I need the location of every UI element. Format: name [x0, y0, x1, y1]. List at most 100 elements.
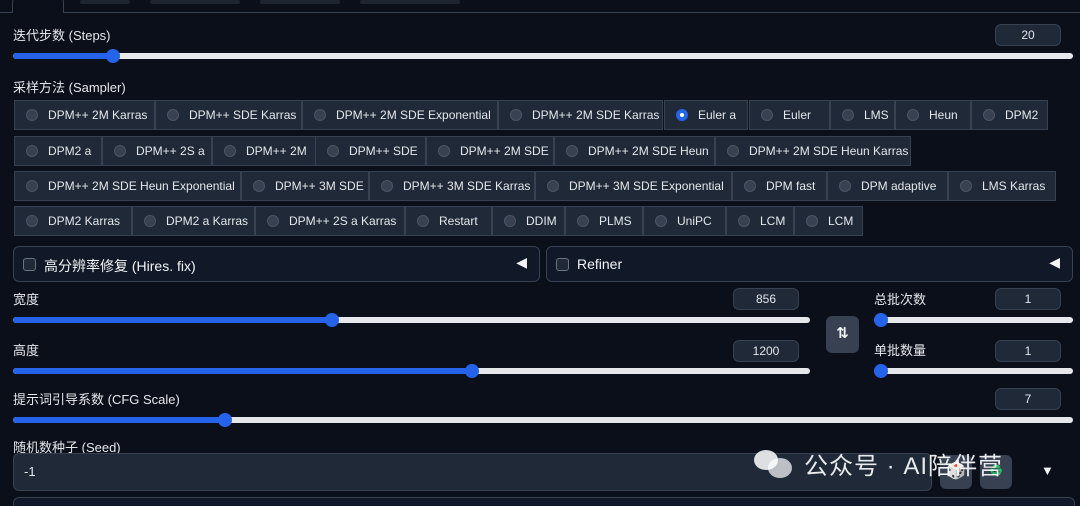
tab-generation[interactable]: [12, 0, 64, 13]
sampler-option[interactable]: DPM++ 2M SDE Exponential: [302, 100, 498, 130]
tab-hypernetworks[interactable]: [150, 0, 240, 4]
sampler-option[interactable]: DPM++ 3M SDE Exponential: [535, 171, 732, 201]
sampler-radio-dot[interactable]: [761, 109, 773, 121]
width-number-input[interactable]: 856: [733, 288, 799, 310]
sampler-option[interactable]: Heun: [895, 100, 971, 130]
batch-size-number-input[interactable]: 1: [995, 340, 1061, 362]
sampler-option-label: LMS: [864, 108, 889, 122]
sampler-radio-dot[interactable]: [566, 145, 578, 157]
sampler-option[interactable]: DPM++ 2M Karras: [14, 100, 155, 130]
sampler-radio-dot[interactable]: [510, 109, 522, 121]
sampler-option[interactable]: DPM2 Karras: [14, 206, 132, 236]
sampler-option[interactable]: DPM2 a: [14, 136, 102, 166]
tab-checkpoints[interactable]: [260, 0, 340, 4]
refiner-label: Refiner: [577, 256, 623, 272]
refiner-accordion[interactable]: Refiner ◀: [546, 246, 1073, 282]
tab-lora[interactable]: [360, 0, 460, 4]
sampler-option[interactable]: DPM2: [971, 100, 1048, 130]
steps-number-input[interactable]: 20: [995, 24, 1061, 46]
sampler-radio-dot[interactable]: [983, 109, 995, 121]
sampler-option[interactable]: DPM2 a Karras: [132, 206, 255, 236]
sampler-radio-dot[interactable]: [806, 215, 818, 227]
sampler-radio-dot[interactable]: [253, 180, 265, 192]
sampler-radio-dot[interactable]: [144, 215, 156, 227]
sampler-option[interactable]: DPM++ 2M SDE Heun Exponential: [14, 171, 241, 201]
cfg-scale-slider-thumb[interactable]: [218, 413, 232, 427]
hires-fix-collapse-icon[interactable]: ◀: [516, 254, 527, 271]
sampler-radio-dot[interactable]: [417, 215, 429, 227]
sampler-option[interactable]: DPM++ 2M SDE Karras: [498, 100, 663, 130]
sampler-radio-dot[interactable]: [504, 215, 516, 227]
sampler-option[interactable]: DPM++ SDE: [315, 136, 426, 166]
sampler-option-label: DPM fast: [766, 179, 816, 193]
sampler-radio-dot[interactable]: [655, 215, 667, 227]
sampler-option[interactable]: PLMS: [565, 206, 643, 236]
sampler-radio-dot[interactable]: [26, 145, 38, 157]
sampler-option[interactable]: LMS: [830, 100, 895, 130]
sampler-option[interactable]: DPM++ 2S a Karras: [255, 206, 405, 236]
sampler-option-label: UniPC: [677, 214, 712, 228]
sampler-radio-dot[interactable]: [26, 109, 38, 121]
sampler-radio-dot[interactable]: [438, 145, 450, 157]
sampler-radio-dot[interactable]: [114, 145, 126, 157]
sampler-radio-dot[interactable]: [314, 109, 326, 121]
sampler-option[interactable]: DPM++ 3M SDE: [241, 171, 369, 201]
sampler-radio-dot[interactable]: [26, 180, 38, 192]
sampler-option[interactable]: DPM++ 2M SDE: [426, 136, 554, 166]
sampler-radio-dot[interactable]: [839, 180, 851, 192]
refiner-checkbox[interactable]: [556, 258, 569, 271]
sampler-radio-dot[interactable]: [224, 145, 236, 157]
sampler-radio-dot[interactable]: [727, 145, 739, 157]
sampler-radio-dot[interactable]: [26, 215, 38, 227]
sampler-option[interactable]: LMS Karras: [948, 171, 1056, 201]
sampler-radio-dot[interactable]: [842, 109, 854, 121]
sampler-radio-dot[interactable]: [327, 145, 339, 157]
height-slider-thumb[interactable]: [465, 364, 480, 378]
extra-seed-toggle-icon[interactable]: ▼: [1041, 463, 1054, 478]
batch-size-slider-thumb[interactable]: [874, 364, 888, 378]
sampler-option[interactable]: Euler: [749, 100, 830, 130]
sampler-option[interactable]: Euler a: [664, 100, 748, 130]
refiner-collapse-icon[interactable]: ◀: [1049, 254, 1060, 271]
sampler-option[interactable]: DPM++ 2S a: [102, 136, 212, 166]
sampler-option[interactable]: DPM++ SDE Karras: [155, 100, 302, 130]
sampler-option-label: DPM++ 2M SDE Exponential: [336, 108, 491, 122]
sampler-radio-dot[interactable]: [381, 180, 393, 192]
cfg-scale-slider[interactable]: [13, 413, 1073, 427]
swap-dimensions-button[interactable]: ⇅: [826, 316, 859, 353]
batch-count-slider-thumb[interactable]: [874, 313, 888, 327]
height-slider[interactable]: [13, 364, 810, 378]
height-number-input[interactable]: 1200: [733, 340, 799, 362]
width-slider[interactable]: [13, 313, 810, 327]
steps-slider[interactable]: [13, 49, 1073, 63]
sampler-radio-dot[interactable]: [547, 180, 559, 192]
hires-fix-accordion[interactable]: 高分辨率修复 (Hires. fix) ◀: [13, 246, 540, 282]
sampler-radio-dot[interactable]: [267, 215, 279, 227]
sampler-option[interactable]: DPM++ 2M SDE Heun: [554, 136, 715, 166]
hires-fix-checkbox[interactable]: [23, 258, 36, 271]
sampler-option[interactable]: LCM: [726, 206, 794, 236]
sampler-option[interactable]: DPM fast: [732, 171, 827, 201]
sampler-option[interactable]: LCM: [794, 206, 863, 236]
sampler-option[interactable]: DDIM: [492, 206, 565, 236]
sampler-radio-dot[interactable]: [738, 215, 750, 227]
steps-slider-thumb[interactable]: [105, 49, 120, 63]
sampler-radio-dot[interactable]: [676, 109, 688, 121]
sampler-option[interactable]: UniPC: [643, 206, 726, 236]
cfg-scale-number-input[interactable]: 7: [995, 388, 1061, 410]
sampler-radio-dot[interactable]: [167, 109, 179, 121]
sampler-radio-dot[interactable]: [577, 215, 589, 227]
sampler-option[interactable]: DPM++ 3M SDE Karras: [369, 171, 535, 201]
batch-size-slider[interactable]: [874, 364, 1073, 378]
width-slider-thumb[interactable]: [324, 313, 339, 327]
sampler-radio-dot[interactable]: [907, 109, 919, 121]
sampler-radio-dot[interactable]: [744, 180, 756, 192]
batch-count-slider[interactable]: [874, 313, 1073, 327]
sampler-option[interactable]: DPM++ 2M SDE Heun Karras: [715, 136, 911, 166]
sampler-radio-dot[interactable]: [960, 180, 972, 192]
sampler-option[interactable]: DPM++ 2M: [212, 136, 316, 166]
sampler-option[interactable]: DPM adaptive: [827, 171, 948, 201]
tab-textual-inversion[interactable]: [80, 0, 130, 4]
batch-count-number-input[interactable]: 1: [995, 288, 1061, 310]
sampler-option[interactable]: Restart: [405, 206, 492, 236]
